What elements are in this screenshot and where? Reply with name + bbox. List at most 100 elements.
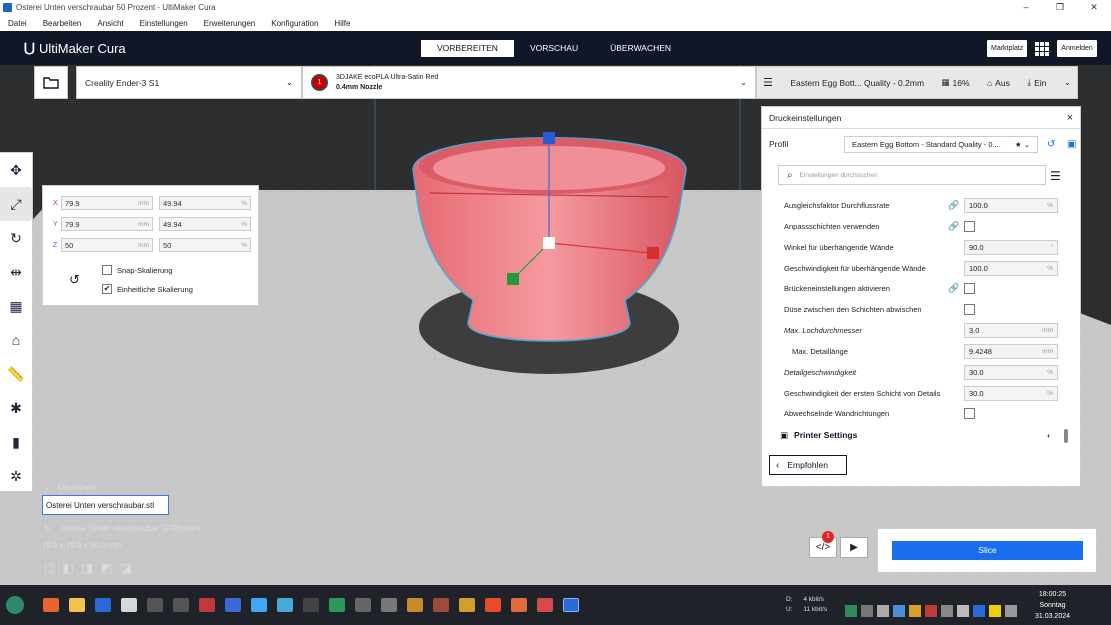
settings-scrollbar[interactable] [1064, 429, 1068, 443]
cylinder-icon[interactable]: ▮ [0, 425, 32, 459]
tab-vorschau[interactable]: VORSCHAU [514, 40, 594, 57]
marketplace-button[interactable]: Marktplatz [987, 40, 1028, 57]
save-profile-icon[interactable]: ▣ [1067, 139, 1076, 150]
tray-app-icon[interactable] [877, 605, 889, 617]
setting-checkbox[interactable] [964, 220, 975, 232]
tab-ueberwachen[interactable]: ÜBERWACHEN [594, 40, 687, 57]
profile-select[interactable]: Eastern Egg Bottom - Standard Quality - … [844, 135, 1038, 153]
setting-value-input[interactable]: 30.0% [964, 385, 1058, 401]
setting-row[interactable]: Detailgeschwindigkeit 30.0% [784, 362, 1064, 382]
tray-app-icon[interactable] [909, 605, 921, 617]
object-file-item[interactable]: Osterei Unten verschraubar.stl [42, 495, 169, 515]
app-icon[interactable] [355, 598, 371, 612]
view-right-icon[interactable]: ◪ [121, 561, 132, 575]
tab-vorbereiten[interactable]: VORBEREITEN [421, 40, 514, 57]
per-model-settings-icon[interactable]: ▦ [0, 289, 32, 323]
outlook-icon[interactable] [95, 598, 111, 612]
tray-app-icon[interactable] [893, 605, 905, 617]
scale-z-percent-input[interactable]: 50% [159, 238, 251, 252]
setting-value-input[interactable]: 100.0% [964, 197, 1058, 213]
setting-value-input[interactable]: 9.4248 mm [964, 343, 1058, 359]
firefox-icon[interactable] [43, 598, 59, 612]
chevron-down-icon[interactable]: ⌄ [44, 483, 51, 492]
setting-row[interactable]: Anpassschichten verwenden 🔗 [784, 216, 1064, 236]
app-icon[interactable] [225, 598, 241, 612]
print-settings-summary[interactable]: ☰ Eastern Egg Bott... Quality - 0.2mm ▦ 1… [756, 66, 1078, 99]
setting-value-input[interactable]: 100.0% [964, 260, 1058, 276]
app-icon[interactable] [485, 598, 501, 612]
app-icon[interactable] [511, 598, 527, 612]
setting-value-input[interactable]: 30.0% [964, 364, 1058, 380]
slice-button[interactable]: Slice [892, 541, 1083, 560]
scale-handle-center[interactable] [543, 237, 555, 249]
app-icon[interactable] [173, 598, 189, 612]
app-icon[interactable] [199, 598, 215, 612]
menu-ansicht[interactable]: Ansicht [97, 19, 123, 28]
setting-checkbox[interactable] [964, 407, 975, 419]
play-preview-button[interactable]: ▶ [840, 537, 868, 558]
reset-profile-icon[interactable]: ↺ [1047, 139, 1055, 150]
setting-row[interactable]: Ausgleichsfaktor Durchflussrate 🔗 100.0% [784, 195, 1064, 215]
apps-grid-icon[interactable] [1035, 41, 1050, 56]
tray-app-icon[interactable] [1005, 605, 1017, 617]
rotate-tool-icon[interactable]: ↻ [0, 221, 32, 255]
move-tool-icon[interactable]: ✥ [0, 153, 32, 187]
tree-support-icon[interactable]: ✱ [0, 391, 32, 425]
snap-scaling-checkbox[interactable] [102, 265, 112, 275]
menu-erweiterungen[interactable]: Erweiterungen [204, 19, 256, 28]
material-selector[interactable]: 1 3DJAKE ecoPLA Ultra-Satin Red 0.4mm No… [302, 66, 756, 99]
setting-row[interactable]: Geschwindigkeit der ersten Schicht von D… [784, 383, 1064, 403]
setting-checkbox[interactable] [964, 282, 975, 294]
scale-x-mm-input[interactable]: 79.9 mm [61, 196, 153, 210]
menu-einstellungen[interactable]: Einstellungen [140, 19, 188, 28]
app-icon[interactable] [433, 598, 449, 612]
plugin-tool-icon[interactable]: ✲ [0, 459, 32, 493]
scale-y-percent-input[interactable]: 49.94% [159, 217, 251, 231]
open-file-button[interactable] [34, 66, 68, 99]
setting-row[interactable]: Max. Lochdurchmesser 3.0 mm [784, 320, 1064, 340]
edit-pencil-icon[interactable]: ✎ [44, 524, 51, 533]
printer-selector[interactable]: Creality Ender-3 S1 ⌄ [76, 66, 302, 99]
explorer-icon[interactable] [69, 598, 85, 612]
app-icon[interactable] [251, 598, 267, 612]
cura-taskbar-icon[interactable] [563, 598, 579, 612]
app-icon[interactable] [329, 598, 345, 612]
tray-app-icon[interactable] [925, 605, 937, 617]
support-blocker-icon[interactable]: ⌂ [0, 323, 32, 357]
scale-handle-x[interactable] [647, 247, 659, 259]
recommended-button[interactable]: ‹ Empfohlen [769, 455, 847, 475]
setting-value-input[interactable]: 90.0 ° [964, 239, 1058, 255]
view-3d-icon[interactable]: ⬡ [44, 561, 54, 575]
close-window-button[interactable]: ✕ [1077, 2, 1111, 13]
scale-handle-y[interactable] [507, 273, 519, 285]
scale-x-percent-input[interactable]: 49.94% [159, 196, 251, 210]
setting-row[interactable]: Düse zwischen den Schichten abwischen [784, 299, 1064, 319]
app-icon[interactable] [407, 598, 423, 612]
scale-y-mm-input[interactable]: 79.9 mm [61, 217, 153, 231]
setting-checkbox[interactable] [964, 303, 975, 315]
menu-hilfe[interactable]: Hilfe [334, 19, 350, 28]
view-top-icon[interactable]: ◨ [82, 561, 93, 575]
link-icon[interactable]: 🔗 [944, 200, 964, 211]
setting-row[interactable]: Winkel für überhängende Wände 90.0 ° [784, 237, 1064, 257]
uniform-scaling-checkbox[interactable]: ✔ [102, 284, 112, 294]
start-icon[interactable] [6, 596, 24, 614]
tray-app-icon[interactable] [861, 605, 873, 617]
taskbar-clock[interactable]: 18:00:25 Sonntag 31.03.2024 [1025, 589, 1080, 622]
setting-value-input[interactable]: 3.0 mm [964, 322, 1058, 338]
object-list-header[interactable]: Objektliste [58, 483, 95, 492]
view-left-icon[interactable]: ◩ [101, 561, 112, 575]
printer-settings-category[interactable]: ▣ Printer Settings ‹ [780, 427, 1058, 443]
app-icon[interactable] [147, 598, 163, 612]
minimize-button[interactable]: – [1009, 2, 1043, 13]
measure-tool-icon[interactable]: 📏 [0, 357, 32, 391]
app-icon[interactable] [277, 598, 293, 612]
app-icon[interactable] [381, 598, 397, 612]
setting-row[interactable]: Max. Detaillänge 9.4248 mm [784, 341, 1064, 361]
settings-search-input[interactable]: ⌕ Einstellungen durchsuchen [778, 165, 1046, 185]
scale-handle-z[interactable] [543, 132, 555, 144]
app-icon[interactable] [537, 598, 553, 612]
tray-app-icon[interactable] [973, 605, 985, 617]
tray-app-icon[interactable] [941, 605, 953, 617]
close-icon[interactable]: × [1067, 112, 1073, 124]
